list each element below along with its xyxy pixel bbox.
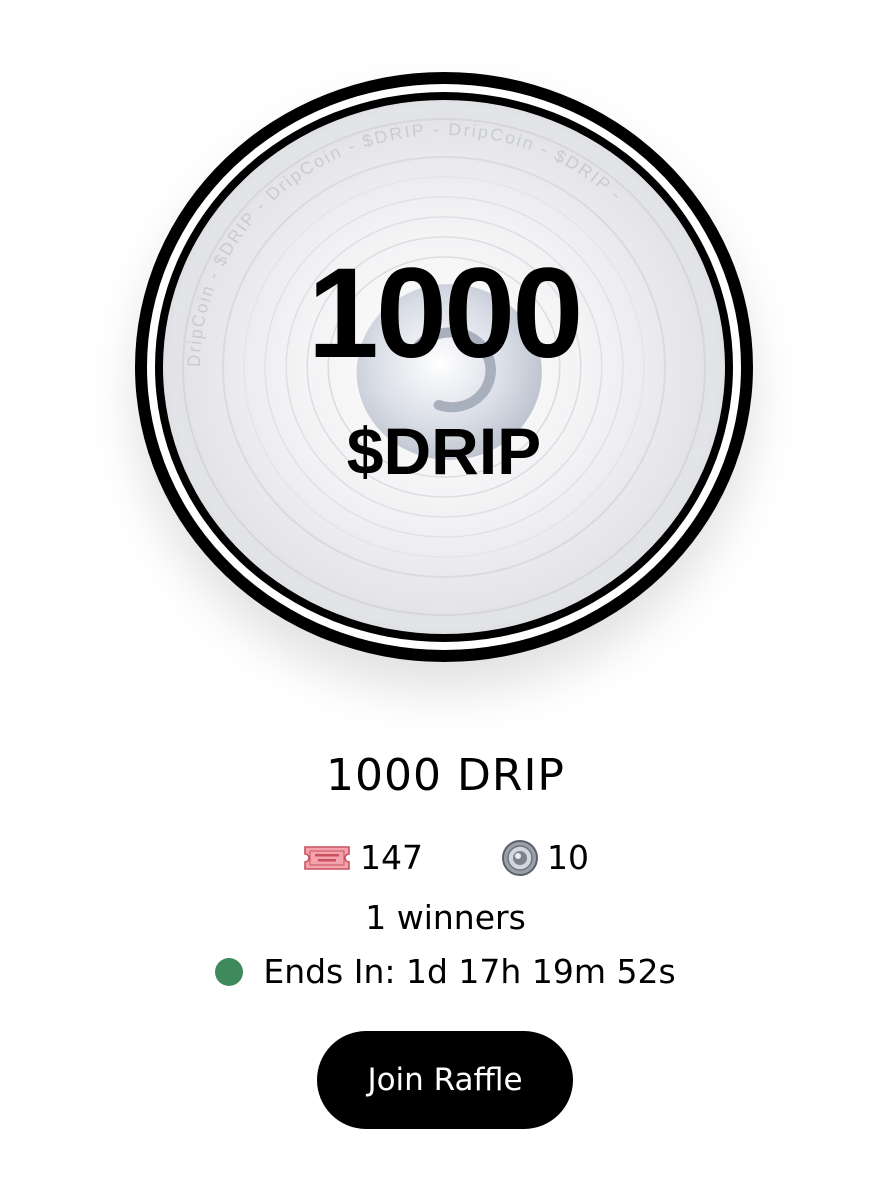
- raffle-stats: 147 10: [0, 838, 891, 877]
- tickets-stat: 147: [302, 838, 423, 877]
- admit-one-ticket-icon: [302, 842, 352, 874]
- prize-image: DripCoin - $DRIP - DripCoin - $DRIP - Dr…: [135, 72, 753, 662]
- countdown: Ends In: 1d 17h 19m 52s: [0, 952, 891, 991]
- coin-amount-text: 1000: [307, 242, 584, 385]
- join-raffle-button[interactable]: Join Raffle: [317, 1031, 573, 1129]
- ends-in-text: Ends In: 1d 17h 19m 52s: [263, 952, 676, 991]
- dripcoin-icon: [501, 839, 539, 877]
- coin-ticker-text: $DRIP: [346, 414, 542, 488]
- ticket-price: 10: [547, 838, 589, 877]
- raffle-title: 1000 DRIP: [326, 750, 565, 801]
- green-dot-icon: [215, 957, 244, 986]
- price-stat: 10: [501, 838, 589, 877]
- dripcoin-image: DripCoin - $DRIP - DripCoin - $DRIP - Dr…: [163, 100, 725, 634]
- tickets-count: 147: [360, 838, 423, 877]
- winners-count: 1 winners: [365, 898, 526, 937]
